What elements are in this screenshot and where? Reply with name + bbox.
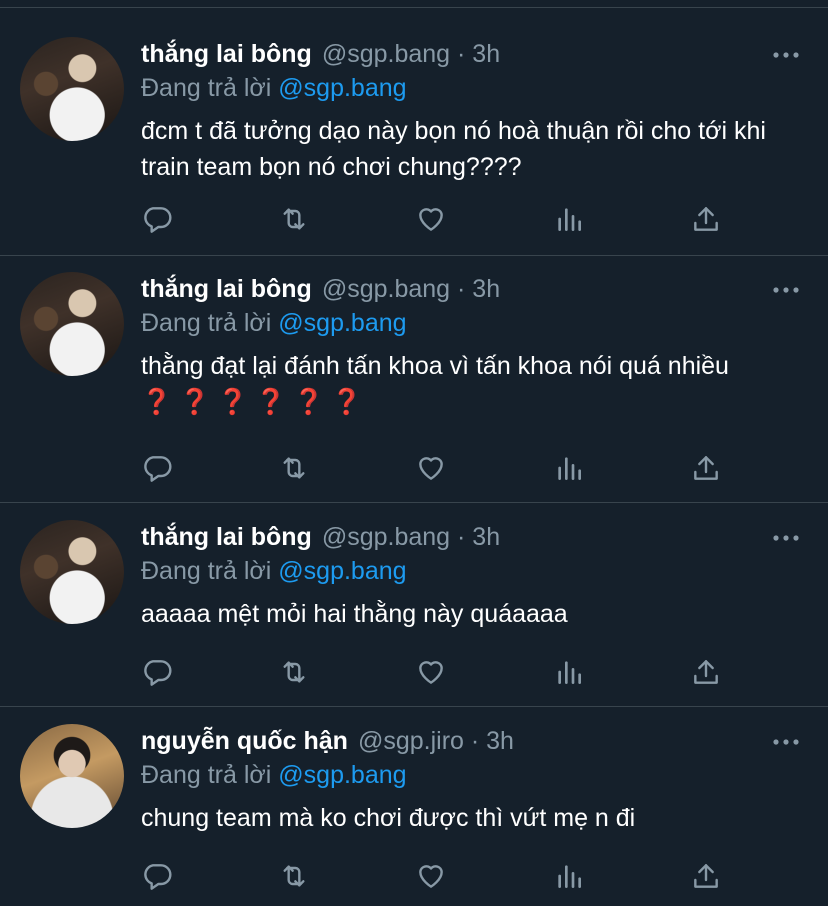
more-icon[interactable] xyxy=(772,528,800,548)
tweet-actions xyxy=(141,656,741,692)
reply-tweet[interactable]: thắng lai bông @sgp.bang · 3h Đang trả lờ… xyxy=(0,272,828,502)
avatar[interactable] xyxy=(20,724,124,828)
tweet-header: thắng lai bông @sgp.bang · 3h xyxy=(141,274,500,304)
handle[interactable]: @sgp.bang xyxy=(322,275,450,303)
question-mark-emojis: ❓ ❓ ❓ ❓ ❓ ❓ xyxy=(141,388,363,416)
handle[interactable]: @sgp.bang xyxy=(322,40,450,68)
tweet-text: aaaaa mệt mỏi hai thằng này quáaaaa xyxy=(141,600,568,628)
handle-and-time: @sgp.bang · 3h xyxy=(321,275,501,303)
tweet-actions xyxy=(141,203,741,239)
share-icon[interactable] xyxy=(690,860,726,896)
handle-and-time: @sgp.bang · 3h xyxy=(321,40,501,68)
reply-prefix: Đang trả lời xyxy=(141,761,272,789)
timestamp[interactable]: 3h xyxy=(486,727,514,755)
more-icon[interactable] xyxy=(772,280,800,300)
avatar[interactable] xyxy=(20,37,124,141)
handle-and-time: @sgp.bang · 3h xyxy=(321,523,501,551)
analytics-icon[interactable] xyxy=(553,452,589,488)
retweet-icon[interactable] xyxy=(278,203,314,239)
more-icon[interactable] xyxy=(772,732,800,752)
display-name[interactable]: thắng lai bông xyxy=(141,40,312,68)
reply-tweet[interactable]: thắng lai bông @sgp.bang · 3h Đang trả lờ… xyxy=(0,520,828,706)
tweet-actions xyxy=(141,860,741,896)
timestamp[interactable]: 3h xyxy=(472,523,500,551)
share-icon[interactable] xyxy=(690,656,726,692)
reply-icon[interactable] xyxy=(141,203,177,239)
divider xyxy=(0,7,828,8)
mention-link[interactable]: @sgp.bang xyxy=(278,761,406,789)
more-icon[interactable] xyxy=(772,45,800,65)
avatar[interactable] xyxy=(20,272,124,376)
replying-to: Đang trả lời @sgp.bang xyxy=(141,556,407,586)
divider xyxy=(0,706,828,707)
tweet-text: đcm t đã tưởng dạo này bọn nó hoà thuận … xyxy=(141,117,766,181)
reply-tweet[interactable]: thắng lai bông @sgp.bang · 3h Đang trả lờ… xyxy=(0,37,828,255)
mention-link[interactable]: @sgp.bang xyxy=(278,557,406,585)
reply-tweet[interactable]: nguyễn quốc hận @sgp.jiro · 3h Đang trả l… xyxy=(0,724,828,906)
tweet-text-line: thằng đạt lại đánh tấn khoa vì tấn khoa … xyxy=(141,352,729,380)
like-icon[interactable] xyxy=(415,656,451,692)
replying-to: Đang trả lời @sgp.bang xyxy=(141,308,407,338)
replying-to: Đang trả lời @sgp.bang xyxy=(141,73,407,103)
reply-prefix: Đang trả lời xyxy=(141,74,272,102)
display-name[interactable]: thắng lai bông xyxy=(141,275,312,303)
handle[interactable]: @sgp.bang xyxy=(322,523,450,551)
tweet-actions xyxy=(141,452,741,488)
retweet-icon[interactable] xyxy=(278,452,314,488)
reply-icon[interactable] xyxy=(141,860,177,896)
share-icon[interactable] xyxy=(690,203,726,239)
retweet-icon[interactable] xyxy=(278,860,314,896)
retweet-icon[interactable] xyxy=(278,656,314,692)
divider xyxy=(0,255,828,256)
like-icon[interactable] xyxy=(415,860,451,896)
reply-thread: thắng lai bông @sgp.bang · 3h Đang trả lờ… xyxy=(0,0,828,906)
like-icon[interactable] xyxy=(415,203,451,239)
analytics-icon[interactable] xyxy=(553,860,589,896)
timestamp[interactable]: 3h xyxy=(472,40,500,68)
analytics-icon[interactable] xyxy=(553,656,589,692)
like-icon[interactable] xyxy=(415,452,451,488)
divider xyxy=(0,502,828,503)
tweet-text: thằng đạt lại đánh tấn khoa vì tấn khoa … xyxy=(141,348,811,420)
display-name[interactable]: nguyễn quốc hận xyxy=(141,727,348,755)
handle[interactable]: @sgp.jiro xyxy=(358,727,464,755)
tweet-text: chung team mà ko chơi được thì vứt mẹ n … xyxy=(141,804,636,832)
replying-to: Đang trả lời @sgp.bang xyxy=(141,760,407,790)
tweet-header: nguyễn quốc hận @sgp.jiro · 3h xyxy=(141,726,514,756)
reply-icon[interactable] xyxy=(141,452,177,488)
reply-prefix: Đang trả lời xyxy=(141,557,272,585)
reply-prefix: Đang trả lời xyxy=(141,309,272,337)
tweet-header: thắng lai bông @sgp.bang · 3h xyxy=(141,522,500,552)
analytics-icon[interactable] xyxy=(553,203,589,239)
timestamp[interactable]: 3h xyxy=(472,275,500,303)
mention-link[interactable]: @sgp.bang xyxy=(278,309,406,337)
reply-icon[interactable] xyxy=(141,656,177,692)
handle-and-time: @sgp.jiro · 3h xyxy=(357,727,514,755)
display-name[interactable]: thắng lai bông xyxy=(141,523,312,551)
tweet-header: thắng lai bông @sgp.bang · 3h xyxy=(141,39,500,69)
mention-link[interactable]: @sgp.bang xyxy=(278,74,406,102)
share-icon[interactable] xyxy=(690,452,726,488)
avatar[interactable] xyxy=(20,520,124,624)
